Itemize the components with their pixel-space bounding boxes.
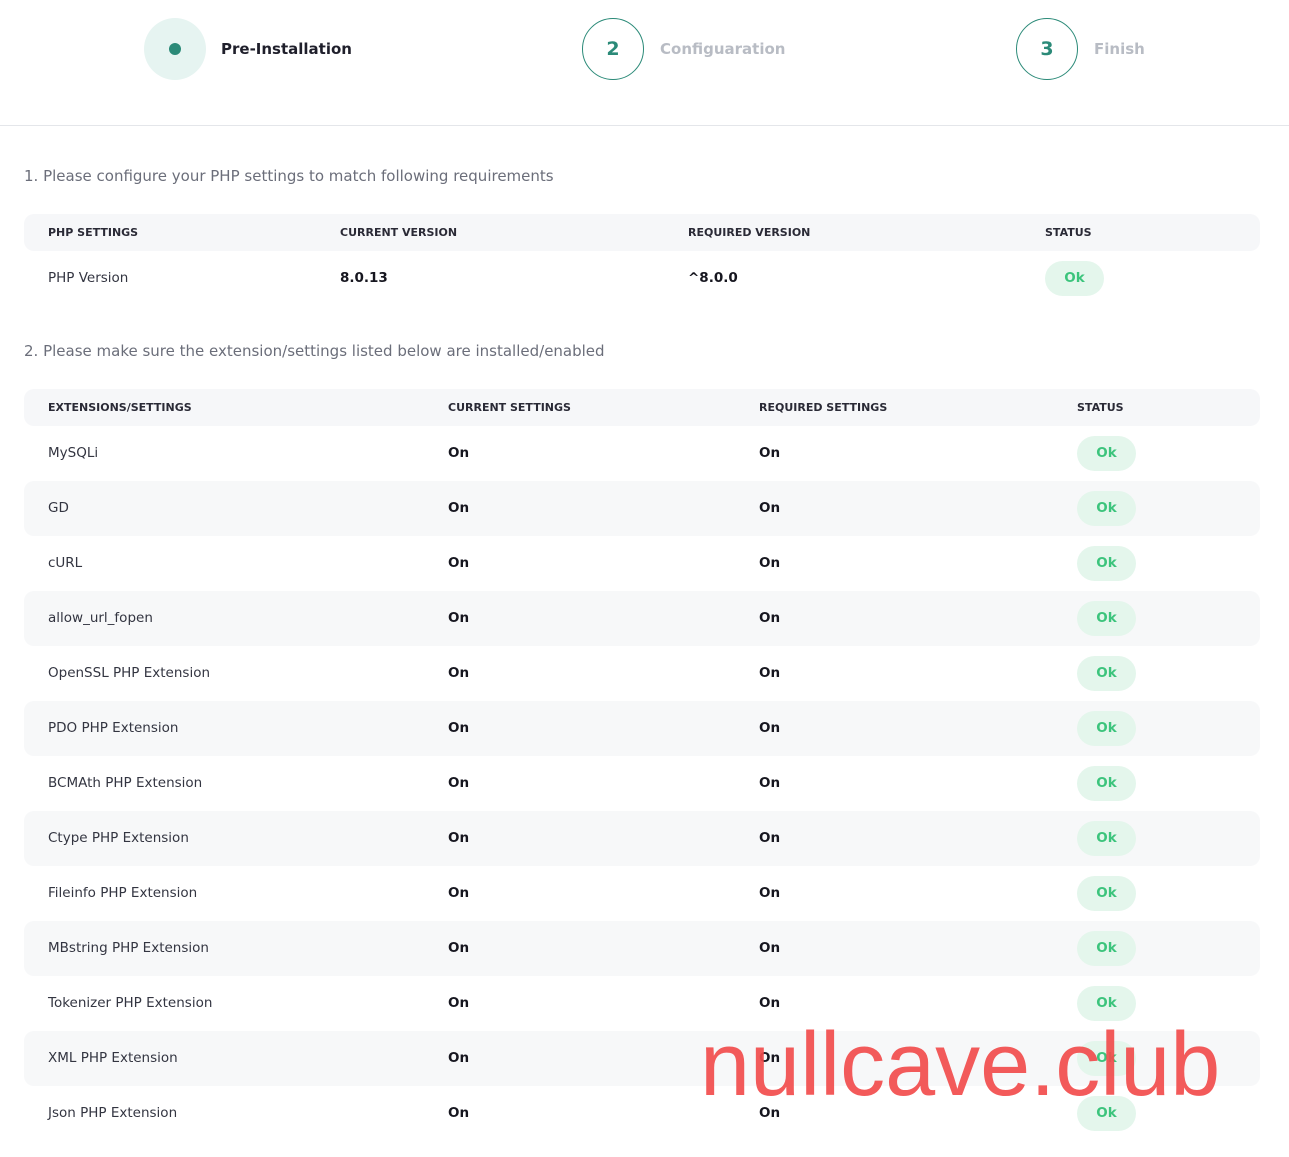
extension-name: XML PHP Extension bbox=[48, 1050, 178, 1066]
required-setting: On bbox=[759, 775, 781, 791]
status-badge: Ok bbox=[1045, 261, 1104, 296]
table-row: XML PHP Extension On On Ok bbox=[24, 1031, 1260, 1086]
active-dot-icon bbox=[169, 43, 181, 55]
current-setting: On bbox=[448, 1050, 470, 1066]
current-setting: On bbox=[448, 555, 470, 571]
header-required-version: REQUIRED VERSION bbox=[688, 226, 811, 239]
extension-name: Ctype PHP Extension bbox=[48, 830, 189, 846]
status-badge: Ok bbox=[1077, 931, 1136, 966]
extension-name: BCMAth PHP Extension bbox=[48, 775, 203, 791]
table-row: Json PHP Extension On On Ok bbox=[24, 1086, 1260, 1141]
required-setting: On bbox=[759, 445, 781, 461]
step-3-indicator: 3 bbox=[1016, 18, 1078, 80]
status-badge: Ok bbox=[1077, 1096, 1136, 1131]
header-status: STATUS bbox=[1077, 401, 1124, 414]
extension-name: Json PHP Extension bbox=[48, 1105, 178, 1121]
status-badge: Ok bbox=[1077, 491, 1136, 526]
required-setting: On bbox=[759, 885, 781, 901]
installation-stepper: Pre-Installation 2 Configuaration 3 Fini… bbox=[0, 0, 1289, 126]
status-badge: Ok bbox=[1077, 656, 1136, 691]
table-row: OpenSSL PHP Extension On On Ok bbox=[24, 646, 1260, 701]
extension-name: MBstring PHP Extension bbox=[48, 940, 209, 956]
current-setting: On bbox=[448, 1105, 470, 1121]
extensions-title: 2. Please make sure the extension/settin… bbox=[24, 342, 605, 360]
required-setting: On bbox=[759, 720, 781, 736]
extension-name: GD bbox=[48, 500, 69, 516]
required-setting: On bbox=[759, 665, 781, 681]
table-row: Fileinfo PHP Extension On On Ok bbox=[24, 866, 1260, 921]
status-badge: Ok bbox=[1077, 766, 1136, 801]
header-php-settings: PHP SETTINGS bbox=[48, 226, 139, 239]
table-row: Ctype PHP Extension On On Ok bbox=[24, 811, 1260, 866]
extensions-table: EXTENSIONS/SETTINGS CURRENT SETTINGS REQ… bbox=[24, 389, 1260, 1141]
php-required-version: ^8.0.0 bbox=[688, 270, 738, 286]
step-1-label: Pre-Installation bbox=[221, 40, 352, 58]
php-requirements-title: 1. Please configure your PHP settings to… bbox=[24, 167, 554, 185]
table-row: cURL On On Ok bbox=[24, 536, 1260, 591]
current-setting: On bbox=[448, 500, 470, 516]
status-badge: Ok bbox=[1077, 601, 1136, 636]
step-3-number: 3 bbox=[1040, 38, 1054, 60]
php-settings-table: PHP SETTINGS CURRENT VERSION REQUIRED VE… bbox=[24, 214, 1260, 306]
extension-name: cURL bbox=[48, 555, 83, 571]
header-status: STATUS bbox=[1045, 226, 1092, 239]
required-setting: On bbox=[759, 500, 781, 516]
table-row: MySQLi On On Ok bbox=[24, 426, 1260, 481]
extension-name: OpenSSL PHP Extension bbox=[48, 665, 211, 681]
step-configuration: 2 Configuaration bbox=[582, 18, 785, 80]
table-row: BCMAth PHP Extension On On Ok bbox=[24, 756, 1260, 811]
header-current-version: CURRENT VERSION bbox=[340, 226, 458, 239]
status-badge: Ok bbox=[1077, 821, 1136, 856]
extension-name: Tokenizer PHP Extension bbox=[48, 995, 213, 1011]
table-row: GD On On Ok bbox=[24, 481, 1260, 536]
required-setting: On bbox=[759, 610, 781, 626]
extension-name: MySQLi bbox=[48, 445, 99, 461]
required-setting: On bbox=[759, 995, 781, 1011]
extension-name: Fileinfo PHP Extension bbox=[48, 885, 198, 901]
current-setting: On bbox=[448, 445, 470, 461]
current-setting: On bbox=[448, 995, 470, 1011]
header-current-settings: CURRENT SETTINGS bbox=[448, 401, 571, 414]
current-setting: On bbox=[448, 830, 470, 846]
current-setting: On bbox=[448, 720, 470, 736]
table-row: PDO PHP Extension On On Ok bbox=[24, 701, 1260, 756]
extension-name: PDO PHP Extension bbox=[48, 720, 179, 736]
php-version-label: PHP Version bbox=[48, 270, 129, 286]
status-badge: Ok bbox=[1077, 436, 1136, 471]
php-current-version: 8.0.13 bbox=[340, 270, 388, 286]
current-setting: On bbox=[448, 775, 470, 791]
step-pre-installation: Pre-Installation bbox=[144, 18, 352, 80]
status-badge: Ok bbox=[1077, 986, 1136, 1021]
status-badge: Ok bbox=[1077, 1041, 1136, 1076]
status-badge: Ok bbox=[1077, 546, 1136, 581]
step-2-label: Configuaration bbox=[660, 40, 786, 58]
required-setting: On bbox=[759, 1105, 781, 1121]
required-setting: On bbox=[759, 830, 781, 846]
table-header: EXTENSIONS/SETTINGS CURRENT SETTINGS REQ… bbox=[24, 389, 1260, 426]
header-extensions: EXTENSIONS/SETTINGS bbox=[48, 401, 192, 414]
table-row: MBstring PHP Extension On On Ok bbox=[24, 921, 1260, 976]
step-2-indicator: 2 bbox=[582, 18, 644, 80]
step-1-indicator bbox=[144, 18, 206, 80]
table-header: PHP SETTINGS CURRENT VERSION REQUIRED VE… bbox=[24, 214, 1260, 251]
step-finish: 3 Finish bbox=[1016, 18, 1145, 80]
current-setting: On bbox=[448, 885, 470, 901]
required-setting: On bbox=[759, 555, 781, 571]
required-setting: On bbox=[759, 940, 781, 956]
current-setting: On bbox=[448, 940, 470, 956]
current-setting: On bbox=[448, 665, 470, 681]
step-3-label: Finish bbox=[1094, 40, 1145, 58]
extension-name: allow_url_fopen bbox=[48, 610, 153, 626]
table-row: Tokenizer PHP Extension On On Ok bbox=[24, 976, 1260, 1031]
current-setting: On bbox=[448, 610, 470, 626]
required-setting: On bbox=[759, 1050, 781, 1066]
table-row: allow_url_fopen On On Ok bbox=[24, 591, 1260, 646]
table-row: PHP Version 8.0.13 ^8.0.0 Ok bbox=[24, 251, 1260, 306]
step-2-number: 2 bbox=[606, 38, 620, 60]
status-badge: Ok bbox=[1077, 711, 1136, 746]
header-required-settings: REQUIRED SETTINGS bbox=[759, 401, 888, 414]
status-badge: Ok bbox=[1077, 876, 1136, 911]
